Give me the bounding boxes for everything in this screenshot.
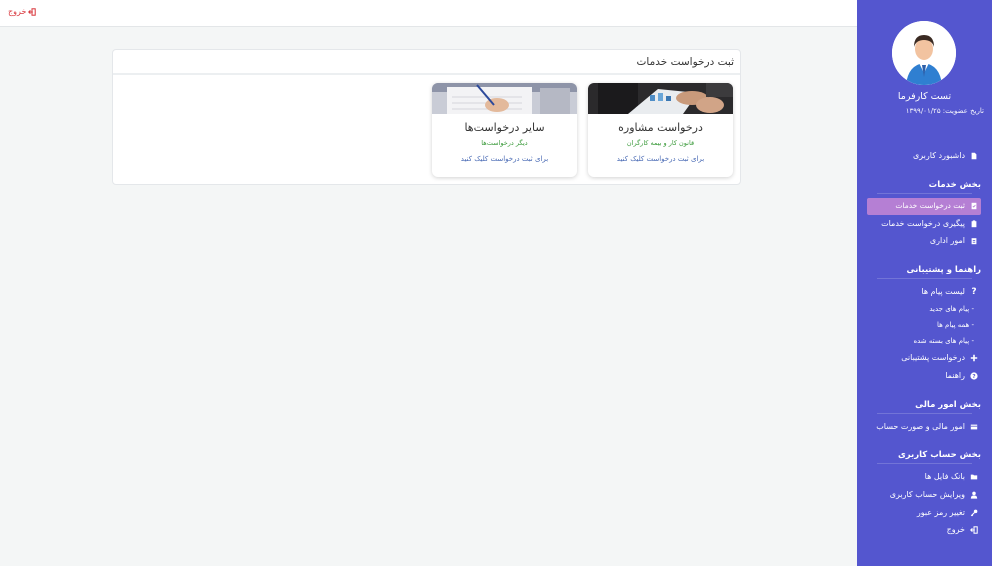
clipboard-check-icon xyxy=(971,202,977,209)
card-title: درخواست مشاوره xyxy=(618,121,703,134)
question-circle-icon: ? xyxy=(970,371,978,380)
other-requests-card-image xyxy=(432,83,577,114)
sidebar-item-label: درخواست پشتیبانی xyxy=(901,353,965,362)
sidebar-item-finance-invoice[interactable]: امور مالی و صورت حساب xyxy=(876,422,978,431)
sidebar-item-dashboard[interactable]: داشبورد کاربری xyxy=(913,151,978,160)
sidebar-item-label: پیگیری درخواست خدمات xyxy=(881,219,965,228)
sidebar-item-label: تغییر رمز عبور xyxy=(916,508,965,517)
sidebar-item-help[interactable]: ? راهنما xyxy=(945,371,978,380)
logout-link-label: خروج xyxy=(8,7,27,16)
sidebar-item-label: لیست پیام ها xyxy=(921,287,965,296)
key-icon xyxy=(970,509,978,516)
folder-icon xyxy=(970,474,978,479)
sidebar-item-logout[interactable]: خروج xyxy=(947,525,978,534)
section-divider xyxy=(877,413,972,414)
service-request-panel: ثبت درخواست خدمات درخواست مشاوره قانون ک… xyxy=(112,49,741,185)
invoice-icon xyxy=(970,424,978,429)
sidebar-item-label: ثبت درخواست خدمات xyxy=(895,201,965,210)
section-divider xyxy=(877,193,972,194)
sidebar-item-track-request[interactable]: پیگیری درخواست خدمات xyxy=(881,219,978,228)
sidebar-item-administrative[interactable]: امور اداری xyxy=(930,236,978,245)
section-title-account: بخش حساب کاربری xyxy=(897,450,981,460)
sidebar-subitem-closed-messages[interactable]: - پیام های بسته شده xyxy=(913,337,974,345)
card-link[interactable]: برای ثبت درخواست کلیک کنید xyxy=(432,155,577,163)
sidebar-item-label: امور اداری xyxy=(929,236,965,245)
card-subtitle: دیگر درخواست‌ها xyxy=(481,139,528,147)
sidebar-item-label: داشبورد کاربری xyxy=(912,151,965,160)
panel-body: درخواست مشاوره قانون کار و بیمه کارگران … xyxy=(113,75,740,183)
sidebar-item-label: ویرایش حساب کاربری xyxy=(889,490,965,499)
sidebar-subitem-all-messages[interactable]: - همه پیام ها xyxy=(937,321,974,329)
sidebar-item-messages[interactable]: ? لیست پیام ها xyxy=(921,287,978,296)
sidebar-item-support-request[interactable]: درخواست پشتیبانی xyxy=(901,353,978,362)
question-icon: ? xyxy=(971,286,977,297)
sidebar-item-register-request[interactable]: ثبت درخواست خدمات xyxy=(895,201,978,210)
file-icon xyxy=(971,152,977,159)
svg-text:?: ? xyxy=(972,374,975,380)
sign-out-icon xyxy=(970,525,978,534)
consultation-card-image xyxy=(588,83,733,114)
join-date: تاریخ عضویت: ۱۳۹۹/۰۱/۲۵ xyxy=(905,107,984,115)
section-divider xyxy=(877,278,972,279)
section-title-finance: بخش امور مالی xyxy=(915,400,981,410)
sidebar-item-label: خروج xyxy=(946,525,965,534)
sign-out-icon xyxy=(28,7,37,16)
sidebar-item-label: امور مالی و صورت حساب xyxy=(876,422,965,431)
other-requests-card[interactable]: سایر درخواست‌ها دیگر درخواست‌ها برای ثبت… xyxy=(432,83,577,177)
user-name: تست کارفرما xyxy=(897,91,952,102)
sidebar-edge xyxy=(992,0,1000,566)
consultation-request-card[interactable]: درخواست مشاوره قانون کار و بیمه کارگران … xyxy=(588,83,733,177)
sidebar-item-label: بانک فایل ها xyxy=(924,472,965,481)
panel-title: ثبت درخواست خدمات xyxy=(113,50,740,75)
sidebar-item-change-password[interactable]: تغییر رمز عبور xyxy=(917,508,978,517)
card-subtitle: قانون کار و بیمه کارگران xyxy=(626,139,695,147)
sidebar-item-label: راهنما xyxy=(945,371,965,380)
card-link[interactable]: برای ثبت درخواست کلیک کنید xyxy=(588,155,733,163)
sidebar-subitem-new-messages[interactable]: - پیام های جدید xyxy=(929,305,974,313)
section-title-services: بخش خدمات xyxy=(928,180,981,190)
section-divider xyxy=(877,463,972,464)
sidebar-item-file-bank[interactable]: بانک فایل ها xyxy=(925,472,978,481)
logout-link[interactable]: خروج xyxy=(8,7,37,16)
clipboard-icon xyxy=(971,219,977,227)
user-icon xyxy=(970,491,978,499)
clipboard-list-icon xyxy=(971,237,977,244)
sidebar: تست کارفرما تاریخ عضویت: ۱۳۹۹/۰۱/۲۵ داشب… xyxy=(857,0,992,566)
sidebar-item-edit-account[interactable]: ویرایش حساب کاربری xyxy=(890,490,978,499)
card-title: سایر درخواست‌ها xyxy=(464,121,545,134)
section-title-support: راهنما و پشتیبانی xyxy=(906,265,982,275)
avatar xyxy=(892,21,956,85)
plus-icon xyxy=(970,354,978,361)
top-bar: خروج xyxy=(0,0,857,27)
